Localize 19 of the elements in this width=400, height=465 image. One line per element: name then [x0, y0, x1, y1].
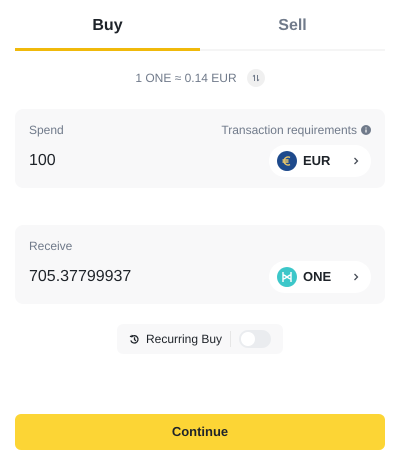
amount-field[interactable]: 705.37799937 — [29, 265, 229, 289]
chevron-right-icon — [353, 273, 359, 281]
continue-button[interactable]: Continue — [15, 414, 385, 450]
currency-selector[interactable]: ONE — [269, 261, 371, 293]
chevron-right-icon — [353, 157, 359, 165]
coin-icon — [277, 267, 297, 287]
amount-field[interactable]: 100 — [29, 149, 229, 173]
tab[interactable]: Buy — [15, 14, 200, 51]
info-icon[interactable] — [361, 125, 371, 135]
euro-coin-icon — [277, 151, 297, 171]
exchange-rate: 1 ONE ≈ 0.14 EUR — [135, 70, 237, 87]
swap-icon[interactable] — [246, 69, 265, 87]
field-label: Spend — [29, 122, 64, 139]
recurring-icon — [128, 334, 140, 344]
tab[interactable]: Sell — [200, 14, 385, 51]
requirements-link[interactable]: Transaction requirements — [221, 121, 357, 139]
recurring-buy-label: Recurring Buy — [146, 331, 222, 348]
field-label: Receive — [29, 238, 72, 255]
currency-selector[interactable]: EUR — [269, 145, 371, 177]
